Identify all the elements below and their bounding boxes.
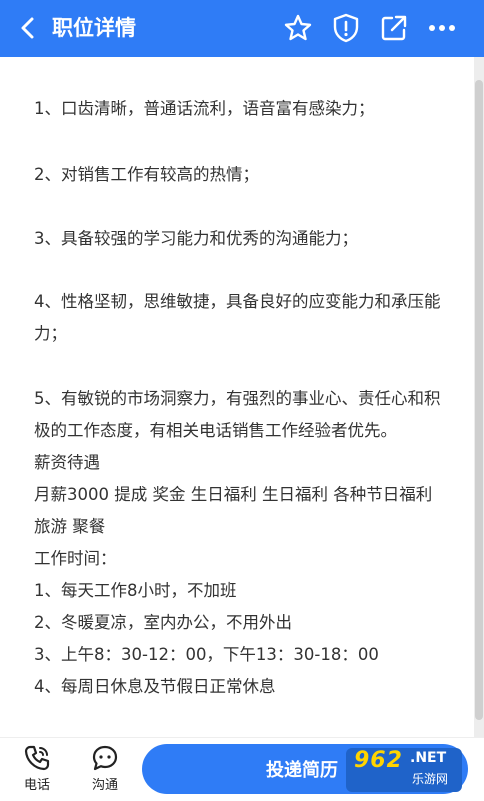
scrollbar-thumb[interactable] (475, 80, 483, 720)
chat-bubble-icon (92, 745, 118, 771)
description-line: 4、性格坚韧，思维敏捷，具备良好的应变能力和承压能 (34, 292, 441, 311)
description-line: 2、对销售工作有较高的热情； (34, 165, 259, 184)
description-line: 极的工作态度，有相关电话销售工作经验者优先。 (34, 421, 397, 440)
description-line: 工作时间： (34, 549, 117, 568)
phone-label: 电话 (23, 778, 50, 793)
apply-resume-label: 投递简历 (266, 760, 338, 780)
description-line: 月薪3000 提成 奖金 生日福利 生日福利 各种节日福利 (34, 485, 433, 504)
report-shield-icon[interactable] (330, 12, 362, 44)
job-description: 1、口齿清晰，普通话流利，语音富有感染力； 2、对销售工作有较高的热情； 3、具… (0, 57, 484, 737)
description-line: 5、有敏锐的市场洞察力，有强烈的事业心、责任心和积 (34, 389, 441, 408)
share-icon[interactable] (378, 12, 410, 44)
watermark-number: 962 (354, 748, 403, 773)
phone-button[interactable]: 电话 (12, 744, 62, 793)
chat-button[interactable]: 沟通 (80, 744, 130, 793)
description-line: 1、每天工作8小时，不加班 (34, 581, 237, 600)
star-icon[interactable] (282, 12, 314, 44)
top-app-bar: 职位详情 (0, 0, 484, 57)
description-line: 3、上午8：30-12：00，下午13：30-18：00 (34, 645, 379, 664)
description-line: 薪资待遇 (34, 453, 100, 472)
watermark-net: .NET (410, 750, 447, 766)
chat-label: 沟通 (91, 778, 118, 793)
page-title: 职位详情 (52, 16, 136, 40)
scrollbar-track[interactable] (474, 57, 484, 737)
description-line: 2、冬暖夏凉，室内办公，不用外出 (34, 613, 292, 632)
description-line: 3、具备较强的学习能力和优秀的沟通能力； (34, 229, 358, 248)
description-line: 力； (34, 324, 67, 343)
description-line: 4、每周日休息及节假日正常休息 (34, 677, 276, 696)
description-line: 旅游 聚餐 (34, 517, 106, 536)
back-arrow-icon[interactable] (14, 14, 42, 42)
site-watermark: 962 .NET 乐游网 (346, 748, 462, 792)
more-icon[interactable] (426, 12, 458, 44)
watermark-site: 乐游网 (412, 772, 449, 786)
description-line: 1、口齿清晰，普通话流利，语音富有感染力； (34, 99, 375, 118)
phone-icon (24, 745, 50, 771)
